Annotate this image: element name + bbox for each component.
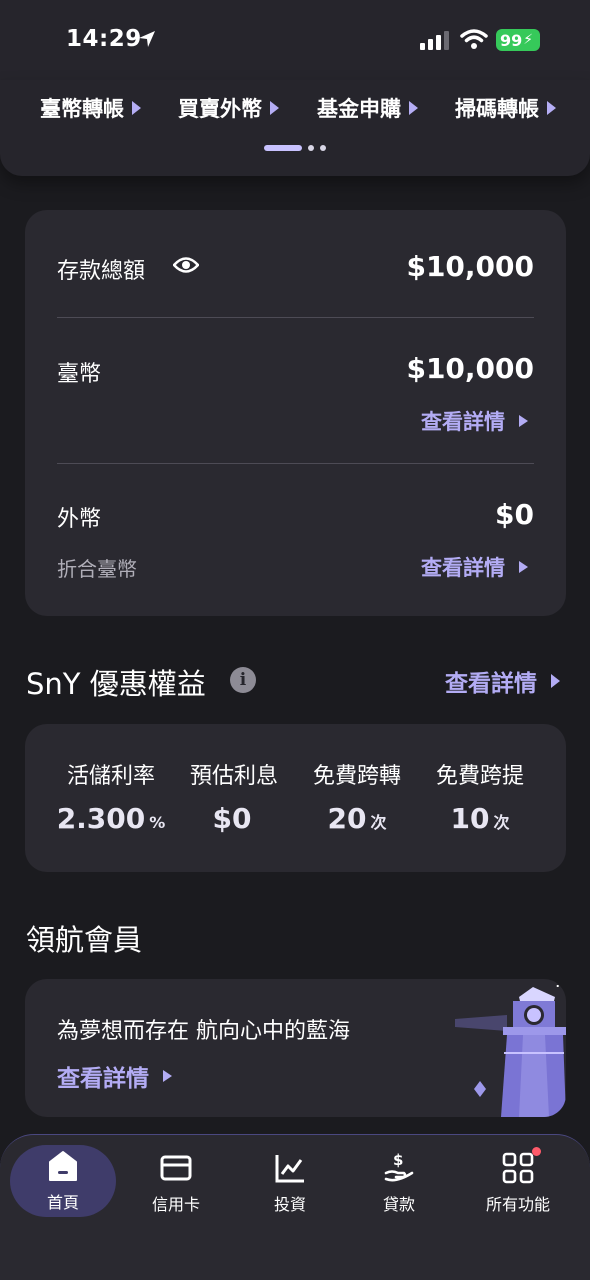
wifi-icon (460, 29, 488, 49)
member-card[interactable]: 為夢想而存在 航向心中的藍海 查看詳情 + (25, 979, 566, 1117)
notification-badge (532, 1147, 541, 1156)
triangle-right-icon (132, 101, 141, 115)
nav-all-functions[interactable]: 所有功能 (464, 1135, 572, 1231)
svg-text:$: $ (393, 1151, 403, 1169)
triangle-right-icon (519, 415, 528, 427)
cellular-signal-icon (420, 31, 449, 50)
benefit-label: 免費跨轉 (312, 764, 401, 789)
benefit-value: 20 次 (327, 802, 387, 835)
nav-home[interactable]: 首頁 (10, 1145, 116, 1217)
loan-icon: $ (384, 1151, 414, 1182)
benefit-value: $0 (212, 802, 252, 835)
battery-level: 99 (500, 30, 523, 50)
nav-label: 貸款 (382, 1195, 415, 1214)
svg-text:+: + (551, 985, 564, 991)
status-bar: 14:29 99 ⚡ (0, 0, 590, 80)
benefit-free-transfers: 免費跨轉 20 次 (297, 758, 417, 835)
quick-item-label: 買賣外幣 (178, 97, 262, 121)
battery-indicator: 99 ⚡ (496, 29, 540, 51)
benefit-label: 免費跨提 (435, 764, 524, 789)
lighthouse-illustration: + (455, 985, 566, 1117)
benefit-label: 活儲利率 (66, 764, 155, 789)
location-arrow-icon (139, 31, 155, 47)
quick-item-label: 基金申購 (317, 97, 401, 121)
nav-investment[interactable]: 投資 (236, 1135, 344, 1231)
deposit-summary-card: 存款總額 $10,000 臺幣 $10,000 查看詳情 外幣 $0 折合臺幣 … (25, 210, 566, 616)
twd-label: 臺幣 (57, 362, 102, 387)
chart-icon (275, 1155, 304, 1183)
page-dot (320, 145, 326, 151)
member-detail-link[interactable]: 查看詳情 (57, 1059, 172, 1093)
benefits-detail-link[interactable]: 查看詳情 (445, 664, 560, 698)
detail-link-label: 查看詳情 (421, 556, 505, 580)
nav-credit-card[interactable]: 信用卡 (122, 1135, 230, 1231)
benefit-label: 預估利息 (189, 764, 278, 789)
benefits-section-title: SnY 優惠權益 (26, 667, 206, 701)
info-icon[interactable]: i (230, 667, 256, 693)
nav-loan[interactable]: $ 貸款 (345, 1135, 453, 1231)
benefit-estimated-interest: 預估利息 $0 (174, 758, 294, 835)
quick-item-label: 掃碼轉帳 (455, 97, 539, 121)
page-indicator[interactable] (264, 144, 326, 152)
triangle-right-icon (270, 101, 279, 115)
status-time: 14:29 (66, 26, 142, 52)
quick-item-label: 臺幣轉帳 (40, 97, 124, 121)
benefit-value: 10 次 (450, 802, 510, 835)
triangle-right-icon (547, 101, 556, 115)
fx-detail-link[interactable]: 查看詳情 (421, 552, 528, 582)
fx-amount: $0 (495, 498, 534, 531)
page-dot-active (264, 145, 302, 151)
divider (57, 317, 534, 318)
fx-label: 外幣 (57, 507, 102, 532)
detail-link-label: 查看詳情 (421, 410, 505, 434)
twd-detail-link[interactable]: 查看詳情 (421, 406, 528, 436)
quick-item-fx-trade[interactable]: 買賣外幣 (178, 94, 279, 122)
grid-icon (502, 1152, 534, 1184)
quick-item-fund-purchase[interactable]: 基金申購 (317, 94, 418, 122)
benefit-free-withdrawals: 免費跨提 10 次 (420, 758, 540, 835)
nav-label: 投資 (273, 1195, 306, 1214)
member-slogan: 為夢想而存在 航向心中的藍海 (57, 1019, 350, 1044)
detail-link-label: 查看詳情 (57, 1066, 149, 1092)
triangle-right-icon (409, 101, 418, 115)
quick-item-scan-transfer[interactable]: 掃碼轉帳 (455, 94, 556, 122)
grid-icon-wrap (501, 1147, 541, 1185)
bottom-navigation: 首頁 信用卡 投資 $ 貸款 所有功能 (0, 1134, 590, 1280)
page-dot (308, 145, 314, 151)
charging-bolt-icon: ⚡ (523, 32, 534, 48)
nav-label: 首頁 (46, 1193, 79, 1212)
benefit-value: 2.300% (56, 802, 166, 835)
triangle-right-icon (163, 1070, 172, 1082)
benefit-interest-rate: 活儲利率 2.300% (51, 758, 171, 835)
benefits-card: 活儲利率 2.300% 預估利息 $0 免費跨轉 20 次 免費跨提 10 次 (25, 724, 566, 872)
quick-menu: 臺幣轉帳 買賣外幣 基金申購 掃碼轉帳 (0, 80, 590, 176)
member-section-title: 領航會員 (26, 923, 143, 957)
twd-amount: $10,000 (406, 352, 534, 385)
triangle-right-icon (551, 674, 560, 688)
detail-link-label: 查看詳情 (445, 671, 537, 697)
total-deposit-amount: $10,000 (406, 250, 534, 283)
total-deposit-label: 存款總額 (57, 259, 146, 284)
fx-twd-equivalent-label: 折合臺幣 (57, 557, 137, 581)
nav-label: 所有功能 (485, 1195, 550, 1214)
home-icon (49, 1151, 77, 1181)
quick-item-twd-transfer[interactable]: 臺幣轉帳 (40, 94, 141, 122)
eye-icon[interactable] (173, 255, 199, 275)
divider (57, 463, 534, 464)
credit-card-icon (160, 1155, 192, 1181)
triangle-right-icon (519, 561, 528, 573)
nav-label: 信用卡 (151, 1195, 200, 1214)
